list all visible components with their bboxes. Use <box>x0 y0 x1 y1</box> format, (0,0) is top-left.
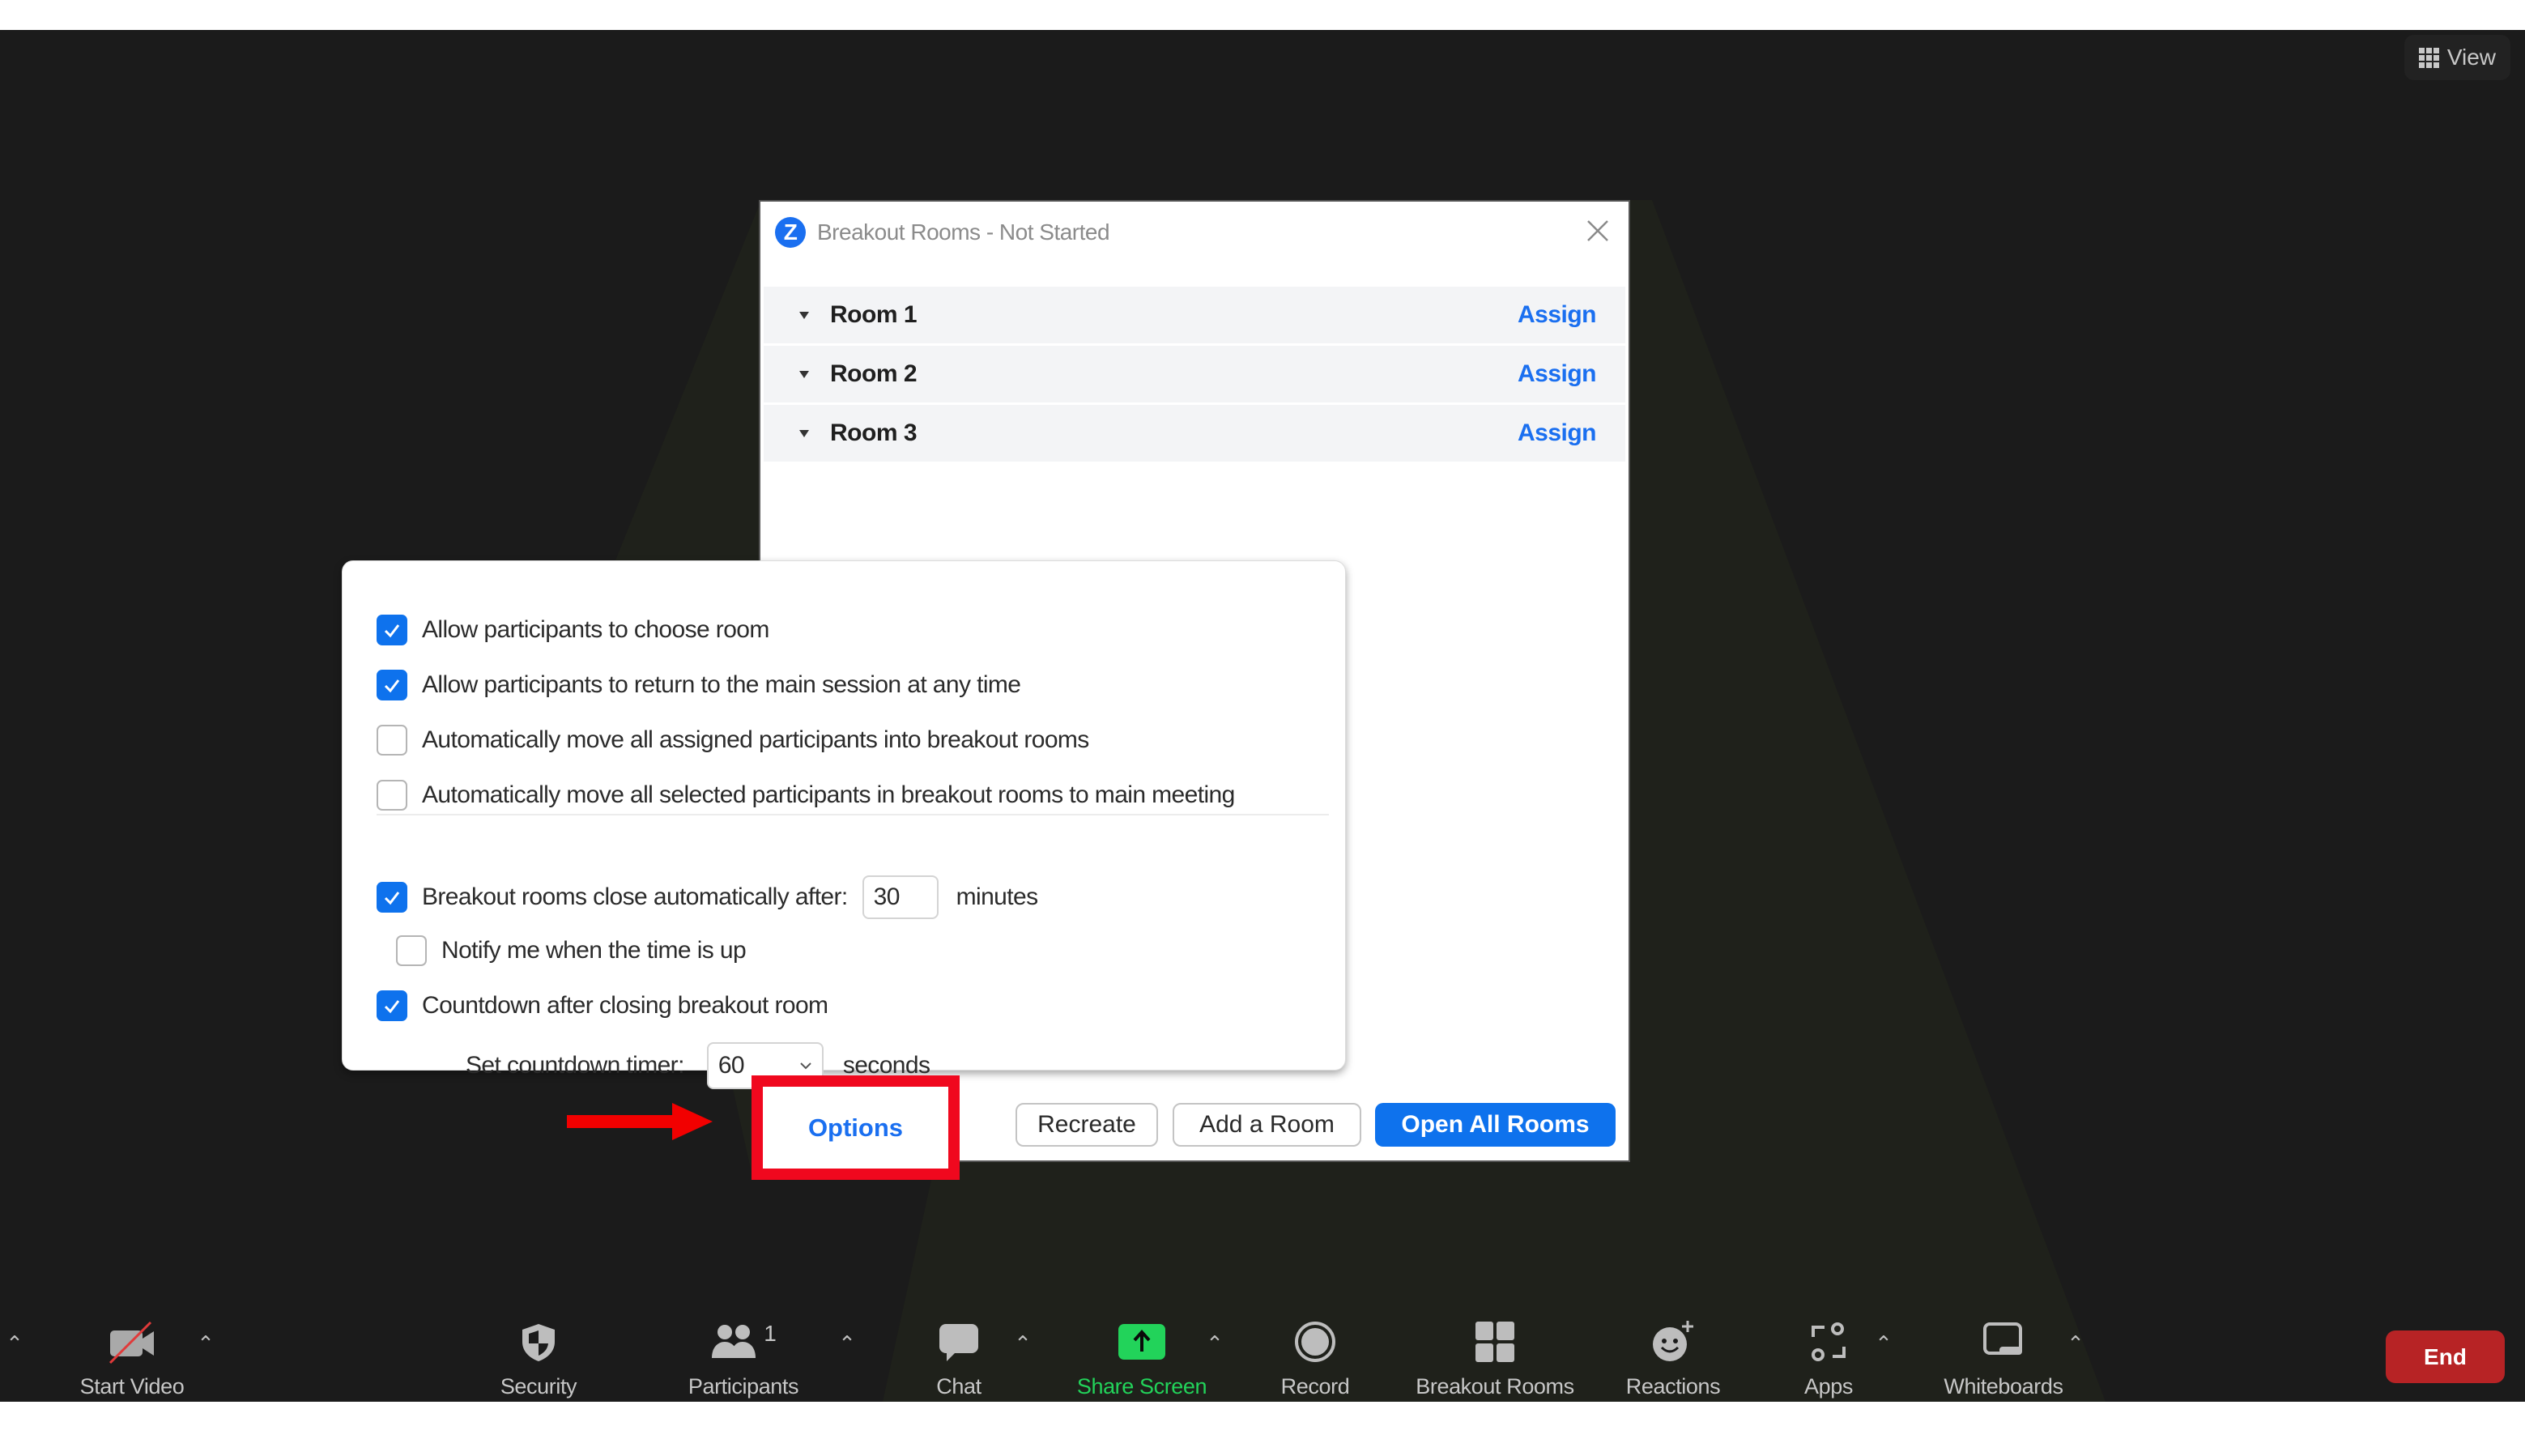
whiteboards-icon <box>1983 1322 2022 1355</box>
meeting-stage: View Z Breakout Rooms - Not Started Room… <box>0 30 2525 1402</box>
room-row[interactable]: Room 3 Assign <box>764 405 1625 462</box>
video-caret-icon[interactable]: ⌃ <box>196 1333 215 1354</box>
countdown-timer-value: 60 <box>717 1052 745 1079</box>
reactions-icon <box>1653 1321 1693 1361</box>
option-auto-close[interactable]: Breakout rooms close automatically after… <box>377 875 1038 919</box>
assign-link[interactable]: Assign <box>1518 360 1597 388</box>
toolbar-label: Security <box>500 1374 577 1399</box>
countdown-timer-label: Set countdown timer: <box>466 1052 684 1079</box>
room-row[interactable]: Room 2 Assign <box>764 346 1625 402</box>
toolbar-label: Participants <box>688 1374 799 1399</box>
option-label: Allow participants to choose room <box>422 616 769 643</box>
toolbar-label: Record <box>1280 1374 1350 1399</box>
share-screen-icon <box>1118 1324 1165 1360</box>
apps-caret-icon[interactable]: ⌃ <box>1874 1333 1893 1354</box>
checkbox-checked[interactable] <box>377 990 407 1021</box>
toolbar-label: Whiteboards <box>1944 1374 2063 1399</box>
toolbar-label: Apps <box>1804 1374 1853 1399</box>
shield-icon <box>522 1324 555 1361</box>
checkbox-unchecked[interactable] <box>377 780 407 811</box>
room-list: Room 1 Assign Room 2 Assign Room 3 Assig… <box>764 287 1625 464</box>
apps-icon <box>1812 1322 1846 1361</box>
option-auto-move-selected[interactable]: Automatically move all selected particip… <box>377 780 1235 811</box>
checkbox-checked[interactable] <box>377 670 407 700</box>
expand-triangle-icon[interactable] <box>799 370 809 378</box>
room-name: Room 1 <box>830 301 918 328</box>
grid-icon <box>2418 47 2439 68</box>
toolbar-participants[interactable]: 1 Participants <box>650 1319 837 1400</box>
end-meeting-button[interactable]: End <box>2386 1330 2505 1383</box>
minutes-label: minutes <box>956 883 1038 910</box>
options-divider <box>377 814 1329 815</box>
assign-link[interactable]: Assign <box>1518 301 1597 329</box>
breakout-rooms-icon <box>1475 1322 1514 1362</box>
room-name: Room 2 <box>830 360 918 387</box>
video-off-icon <box>109 1321 154 1364</box>
toolbar-label: Reactions <box>1625 1374 1721 1399</box>
option-return-main[interactable]: Allow participants to return to the main… <box>377 670 1021 700</box>
participants-icon <box>712 1325 756 1358</box>
checkbox-unchecked[interactable] <box>396 935 427 966</box>
checkbox-checked[interactable] <box>377 882 407 913</box>
option-choose-room[interactable]: Allow participants to choose room <box>377 615 769 645</box>
option-countdown[interactable]: Countdown after closing breakout room <box>377 990 828 1021</box>
options-panel: Allow participants to choose room Allow … <box>342 560 1346 1089</box>
participants-caret-icon[interactable]: ⌃ <box>837 1333 857 1354</box>
checkmark-icon <box>384 1000 400 1014</box>
open-all-rooms-button[interactable]: Open All Rooms <box>1375 1103 1616 1147</box>
expand-triangle-icon[interactable] <box>799 311 809 319</box>
checkmark-icon <box>384 892 400 905</box>
close-icon <box>1587 220 1608 241</box>
record-icon <box>1295 1322 1335 1362</box>
zoom-logo-icon: Z <box>775 217 806 248</box>
options-button[interactable]: Options <box>763 1087 948 1169</box>
whiteboards-caret-icon[interactable]: ⌃ <box>2066 1333 2085 1354</box>
audio-caret-icon[interactable]: ⌃ <box>5 1333 24 1354</box>
toolbar-record[interactable]: Record <box>1222 1319 1408 1400</box>
dialog-title-bar: Z Breakout Rooms - Not Started <box>775 216 1110 249</box>
assign-link[interactable]: Assign <box>1518 419 1597 447</box>
toolbar-breakout-rooms[interactable]: Breakout Rooms <box>1402 1319 1588 1400</box>
toolbar-label: Chat <box>936 1374 981 1399</box>
chevron-down-icon <box>800 1062 811 1070</box>
close-button[interactable] <box>1583 216 1612 245</box>
toolbar-label: Start Video <box>79 1374 185 1399</box>
toolbar-label: Breakout Rooms <box>1416 1374 1574 1399</box>
option-label: Breakout rooms close automatically after… <box>422 883 848 910</box>
option-label: Countdown after closing breakout room <box>422 992 828 1019</box>
chat-icon <box>939 1324 978 1361</box>
room-name: Room 3 <box>830 419 918 446</box>
toolbar-label: Share Screen <box>1076 1374 1207 1399</box>
option-auto-move-assigned[interactable]: Automatically move all assigned particip… <box>377 725 1089 756</box>
highlight-box: Options <box>752 1075 960 1180</box>
checkmark-icon <box>384 679 400 693</box>
option-label: Notify me when the time is up <box>441 937 747 964</box>
pointer-arrow-icon <box>567 1103 713 1140</box>
view-button[interactable]: View <box>2404 35 2510 80</box>
view-label: View <box>2446 45 2496 70</box>
option-notify[interactable]: Notify me when the time is up <box>396 935 747 966</box>
recreate-button[interactable]: Recreate <box>1016 1103 1158 1147</box>
checkbox-checked[interactable] <box>377 615 407 645</box>
option-label: Automatically move all assigned particip… <box>422 726 1089 753</box>
chat-caret-icon[interactable]: ⌃ <box>1013 1333 1033 1354</box>
checkmark-icon <box>384 624 400 638</box>
dialog-title: Breakout Rooms - Not Started <box>817 219 1110 245</box>
toolbar-apps[interactable]: Apps <box>1735 1319 1922 1400</box>
checkbox-unchecked[interactable] <box>377 725 407 756</box>
participant-count: 1 <box>764 1321 777 1346</box>
room-row[interactable]: Room 1 Assign <box>764 287 1625 343</box>
option-label: Allow participants to return to the main… <box>422 671 1021 698</box>
toolbar-security[interactable]: Security <box>445 1319 632 1400</box>
close-minutes-input[interactable]: 30 <box>862 875 939 919</box>
add-room-button[interactable]: Add a Room <box>1173 1103 1361 1147</box>
option-label: Automatically move all selected particip… <box>422 781 1235 808</box>
expand-triangle-icon[interactable] <box>799 429 809 437</box>
